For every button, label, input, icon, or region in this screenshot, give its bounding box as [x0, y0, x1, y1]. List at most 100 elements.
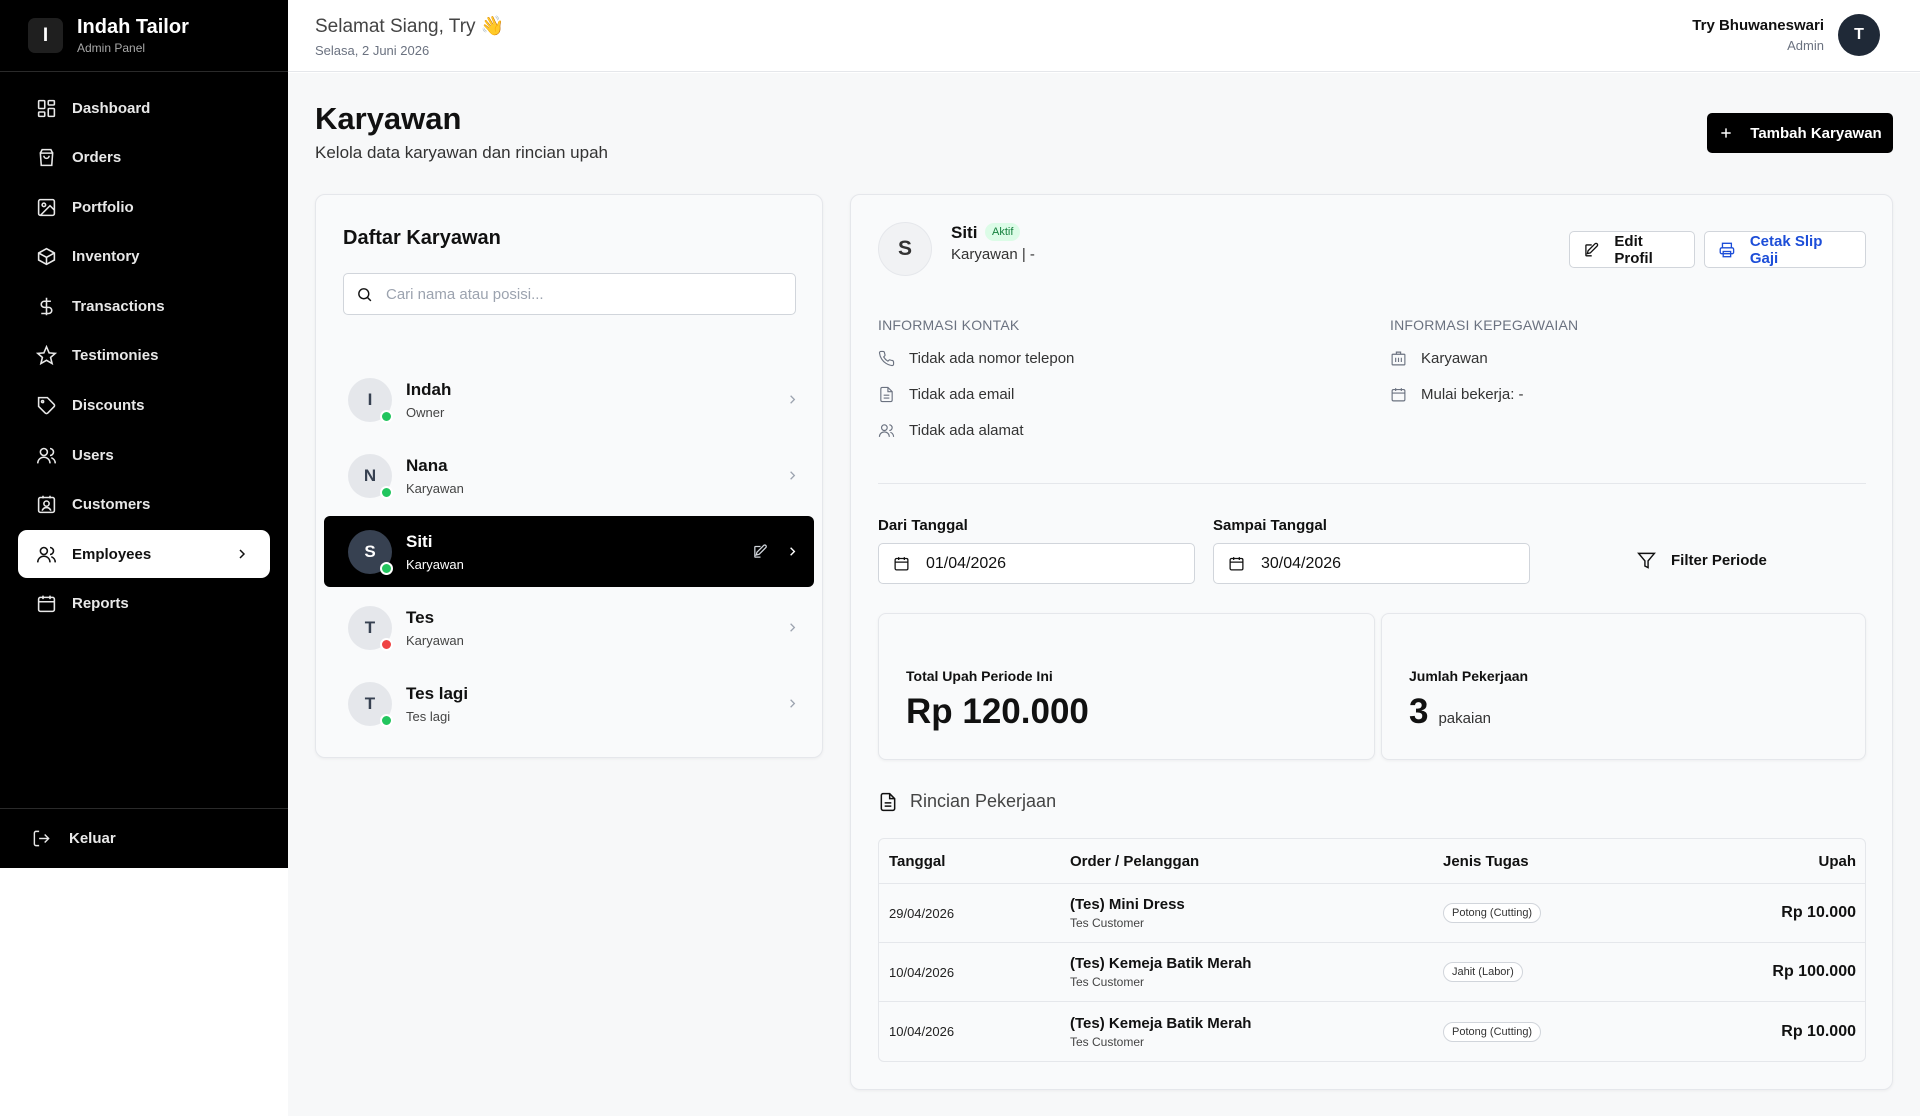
employee-item[interactable]: T Tes Karyawan [324, 592, 814, 663]
status-dot [380, 637, 393, 651]
sidebar-item-inventory[interactable]: Inventory [18, 233, 270, 281]
sidebar-item-label: Users [72, 446, 114, 464]
cell-date: 29/04/2026 [889, 905, 955, 921]
from-date-label: Dari Tanggal [878, 517, 968, 534]
employee-role: Karyawan [406, 632, 464, 648]
avatar: T [348, 681, 393, 727]
logout-label: Keluar [69, 830, 116, 847]
avatar: T [348, 605, 393, 651]
employee-role: Owner [406, 404, 445, 420]
avatar: S [878, 222, 932, 276]
table-header: Tanggal Order / Pelanggan Jenis Tugas Up… [879, 839, 1865, 884]
add-employee-button[interactable]: Tambah Karyawan [1707, 113, 1893, 153]
sidebar-nav: Dashboard Orders Portfolio Inventory Tra… [18, 84, 270, 630]
jobs-stat-unit: pakaian [1438, 710, 1492, 727]
column-header: Upah [1818, 852, 1857, 870]
employee-role-line: Karyawan | - [951, 246, 1035, 263]
shopping-bag-icon [39, 148, 54, 167]
jobs-stat-card: Jumlah Pekerjaan 3 pakaian [1381, 613, 1866, 760]
status-dot [380, 409, 393, 423]
to-date-value: 30/04/2026 [1261, 554, 1342, 572]
task-badge: Potong (Cutting) [1443, 1021, 1542, 1042]
edit-icon[interactable] [752, 543, 769, 560]
employee-role: Karyawan [406, 556, 464, 572]
sidebar-item-transactions[interactable]: Transactions [18, 282, 270, 330]
table-row: 29/04/2026 (Tes) Mini Dress Tes Customer … [879, 884, 1865, 943]
print-slip-label: Cetak Slip Gaji [1749, 232, 1823, 267]
phone-icon [878, 350, 895, 367]
plus-icon [1721, 128, 1731, 138]
filter-period-label: Filter Periode [1671, 552, 1767, 569]
avatar: T [1838, 14, 1880, 56]
edit-profile-label: Edit Profil [1614, 232, 1653, 267]
sidebar-item-label: Dashboard [72, 99, 151, 117]
calendar-icon [1391, 388, 1406, 402]
logout-icon [33, 830, 50, 847]
status-dot [380, 561, 393, 575]
users-icon [36, 546, 57, 563]
sidebar-item-discounts[interactable]: Discounts [18, 382, 270, 430]
employee-list-title: Daftar Karyawan [343, 227, 501, 249]
employee-item[interactable]: I Indah Owner [324, 364, 814, 435]
search-input[interactable] [386, 285, 795, 303]
employee-item[interactable]: N Nana Karyawan [324, 440, 814, 511]
employee-item-selected[interactable]: S Siti Karyawan [324, 516, 814, 587]
contact-address: Tidak ada alamat [878, 422, 1024, 439]
print-slip-button[interactable]: Cetak Slip Gaji [1704, 231, 1866, 268]
status-dot [380, 713, 393, 727]
sidebar-item-customers[interactable]: Customers [18, 481, 270, 529]
users-icon [878, 424, 895, 437]
sidebar-item-dashboard[interactable]: Dashboard [18, 84, 270, 132]
status-badge: Aktif [985, 223, 1021, 241]
printer-icon [1719, 242, 1735, 257]
tag-icon [37, 396, 56, 415]
chevron-right-icon [790, 547, 796, 556]
sidebar-item-label: Orders [72, 149, 122, 167]
employee-name: Tes lagi [406, 683, 469, 703]
cell-wage: Rp 100.000 [1772, 963, 1856, 980]
column-header: Tanggal [889, 852, 946, 870]
sidebar-item-testimonies[interactable]: Testimonies [18, 332, 270, 380]
from-date-value: 01/04/2026 [926, 554, 1007, 572]
employee-name: Indah [406, 379, 452, 399]
sidebar-item-orders[interactable]: Orders [18, 134, 270, 182]
user-menu[interactable]: Try Bhuwaneswari Admin T [1692, 14, 1880, 56]
current-date: Selasa, 2 Juni 2026 [315, 43, 430, 58]
sidebar-item-employees[interactable]: Employees [18, 530, 270, 579]
main-content: Karyawan Kelola data karyawan dan rincia… [288, 73, 1920, 1116]
employee-detail-card: S Siti Aktif Karyawan | - Edit Profil Ce… [850, 194, 1893, 1090]
contact-phone: Tidak ada nomor telepon [878, 350, 1074, 367]
employee-item[interactable]: T Tes lagi Tes lagi [324, 668, 814, 739]
brand-subtitle: Admin Panel [77, 41, 146, 55]
status-dot [380, 485, 393, 499]
sidebar-item-label: Employees [72, 545, 152, 563]
cell-wage: Rp 10.000 [1781, 904, 1856, 921]
column-header: Order / Pelanggan [1070, 852, 1200, 870]
employee-name: Siti [951, 223, 978, 242]
user-name: Try Bhuwaneswari [1692, 17, 1824, 34]
sidebar-item-label: Discounts [72, 397, 145, 415]
box-icon [37, 248, 56, 266]
cell-order: (Tes) Mini Dress [1070, 896, 1185, 913]
sidebar-item-portfolio[interactable]: Portfolio [18, 183, 270, 231]
sidebar-item-reports[interactable]: Reports [18, 580, 270, 628]
filter-period-button[interactable]: Filter Periode [1637, 551, 1767, 570]
chevron-right-icon [790, 471, 796, 480]
to-date-label: Sampai Tanggal [1213, 517, 1327, 534]
document-icon [880, 792, 896, 811]
user-role: Admin [1787, 38, 1824, 53]
brand-name: Indah Tailor [77, 16, 189, 38]
employee-name: Nana [406, 455, 448, 475]
edit-profile-button[interactable]: Edit Profil [1569, 231, 1695, 268]
employment-start: Mulai bekerja: - [1390, 386, 1524, 403]
employee-name: Tes [406, 607, 435, 627]
chevron-right-icon [239, 549, 246, 559]
wage-stat-card: Total Upah Periode Ini Rp 120.000 [878, 613, 1375, 760]
add-employee-label: Tambah Karyawan [1750, 124, 1882, 142]
to-date-field[interactable]: 30/04/2026 [1213, 543, 1530, 584]
wage-stat-label: Total Upah Periode Ini [906, 668, 1053, 684]
from-date-field[interactable]: 01/04/2026 [878, 543, 1195, 584]
logout-button[interactable]: Keluar [0, 808, 288, 868]
sidebar-item-users[interactable]: Users [18, 431, 270, 479]
employee-list-card: Daftar Karyawan I Indah Owner N Nana Kar… [315, 194, 823, 758]
